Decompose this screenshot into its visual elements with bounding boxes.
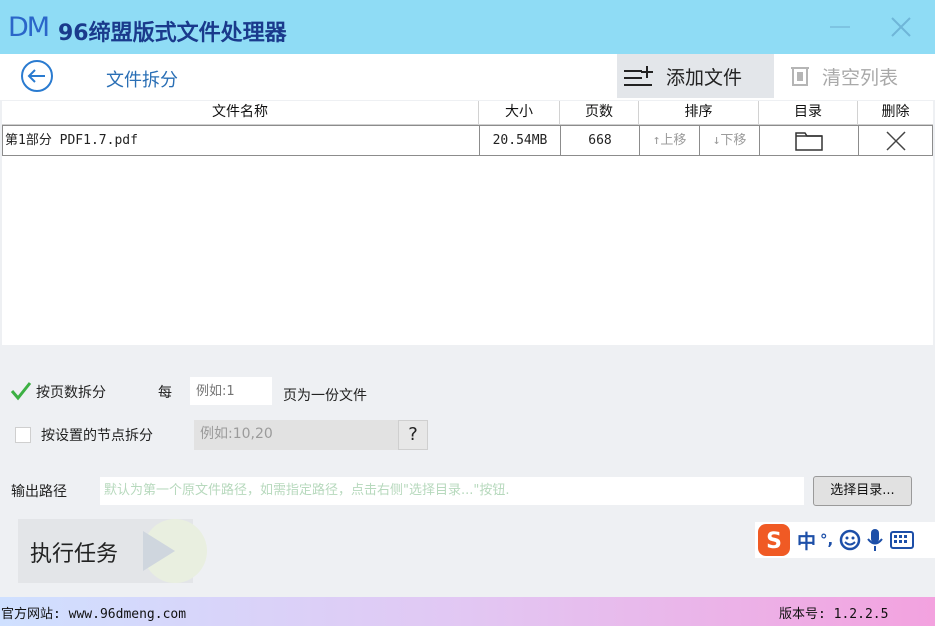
trash-icon: [791, 67, 809, 86]
footer: 官方网站: www.96dmeng.com 版本号: 1.2.2.5: [0, 597, 935, 626]
header-delete: 删除: [881, 104, 910, 120]
svg-text:S: S: [766, 529, 782, 554]
header-order: 排序: [639, 101, 759, 125]
ime-toolbar: S 中 °,: [755, 522, 935, 558]
app-title: 96缔盟版式文件处理器: [58, 21, 287, 46]
close-button[interactable]: [873, 0, 929, 54]
checkmark-icon[interactable]: [10, 381, 32, 401]
pages-per-file-input[interactable]: [190, 377, 272, 405]
toolbar: 文件拆分 添加文件 清空列表: [0, 54, 935, 100]
header-directory: 目录: [759, 101, 858, 125]
file-size-cell: 20.54MB: [480, 126, 561, 155]
section-title: 文件拆分: [106, 70, 178, 91]
split-by-nodes-label[interactable]: 按设置的节点拆分: [41, 425, 153, 445]
open-folder-button[interactable]: [760, 126, 859, 155]
back-arrow-icon: [21, 60, 53, 92]
select-directory-button[interactable]: 选择目录...: [813, 476, 912, 506]
add-file-button[interactable]: 添加文件: [617, 54, 774, 98]
file-table: 文件名称 大小 页数 排序 目录 删除 第1部分 PDF1.7.pdf 20.5…: [2, 101, 933, 345]
page-count-cell: 668: [561, 126, 640, 155]
official-site-text[interactable]: 官方网站: www.96dmeng.com: [1, 603, 186, 622]
pages-suffix-label: 页为一份文件: [283, 388, 367, 404]
title-bar: DM 96缔盟版式文件处理器: [0, 0, 935, 54]
output-path-input[interactable]: 默认为第一个原文件路径，如需指定路径，点击右侧"选择目录..."按钮.: [100, 477, 804, 505]
folder-icon: [795, 131, 823, 151]
app-logo: DM: [8, 12, 50, 43]
table-header: 文件名称 大小 页数 排序 目录 删除: [2, 101, 933, 125]
ime-mode-indicator[interactable]: 中: [797, 527, 816, 554]
run-task-label: 执行任务: [30, 542, 119, 567]
minimize-button[interactable]: [812, 0, 868, 54]
keyboard-icon: [890, 531, 915, 549]
move-up-button[interactable]: ↑上移: [640, 126, 700, 155]
back-button[interactable]: [20, 59, 54, 93]
play-icon: [143, 519, 207, 583]
delete-x-icon: [886, 130, 906, 151]
minimize-icon: [830, 26, 850, 28]
clear-list-button[interactable]: 清空列表: [776, 54, 935, 98]
delete-row-button[interactable]: [859, 126, 933, 155]
move-down-button[interactable]: ↓下移: [700, 126, 760, 155]
close-icon: [891, 17, 911, 37]
header-pages: 页数: [560, 101, 639, 125]
ime-punct-indicator[interactable]: °,: [820, 531, 833, 549]
version-text: 版本号: 1.2.2.5: [779, 607, 889, 622]
add-list-icon: [624, 66, 653, 86]
header-name: 文件名称: [2, 101, 479, 125]
add-file-label: 添加文件: [666, 66, 743, 89]
microphone-icon: [867, 529, 884, 551]
clear-list-label: 清空列表: [822, 66, 899, 89]
help-button[interactable]: ?: [398, 420, 428, 450]
every-label: 每: [158, 385, 172, 401]
emoji-icon: [839, 529, 861, 551]
split-by-nodes-checkbox[interactable]: [15, 427, 31, 443]
file-name-cell: 第1部分 PDF1.7.pdf: [3, 126, 480, 155]
header-size: 大小: [479, 101, 560, 125]
sogou-logo-icon: S: [758, 524, 790, 556]
run-task-button[interactable]: 执行任务: [18, 519, 207, 583]
nodes-input[interactable]: 例如:10,20: [194, 420, 398, 450]
split-by-pages-label[interactable]: 按页数拆分: [36, 382, 106, 402]
output-path-label: 输出路径: [11, 484, 67, 500]
table-row[interactable]: 第1部分 PDF1.7.pdf 20.54MB 668 ↑上移 ↓下移: [2, 125, 933, 156]
